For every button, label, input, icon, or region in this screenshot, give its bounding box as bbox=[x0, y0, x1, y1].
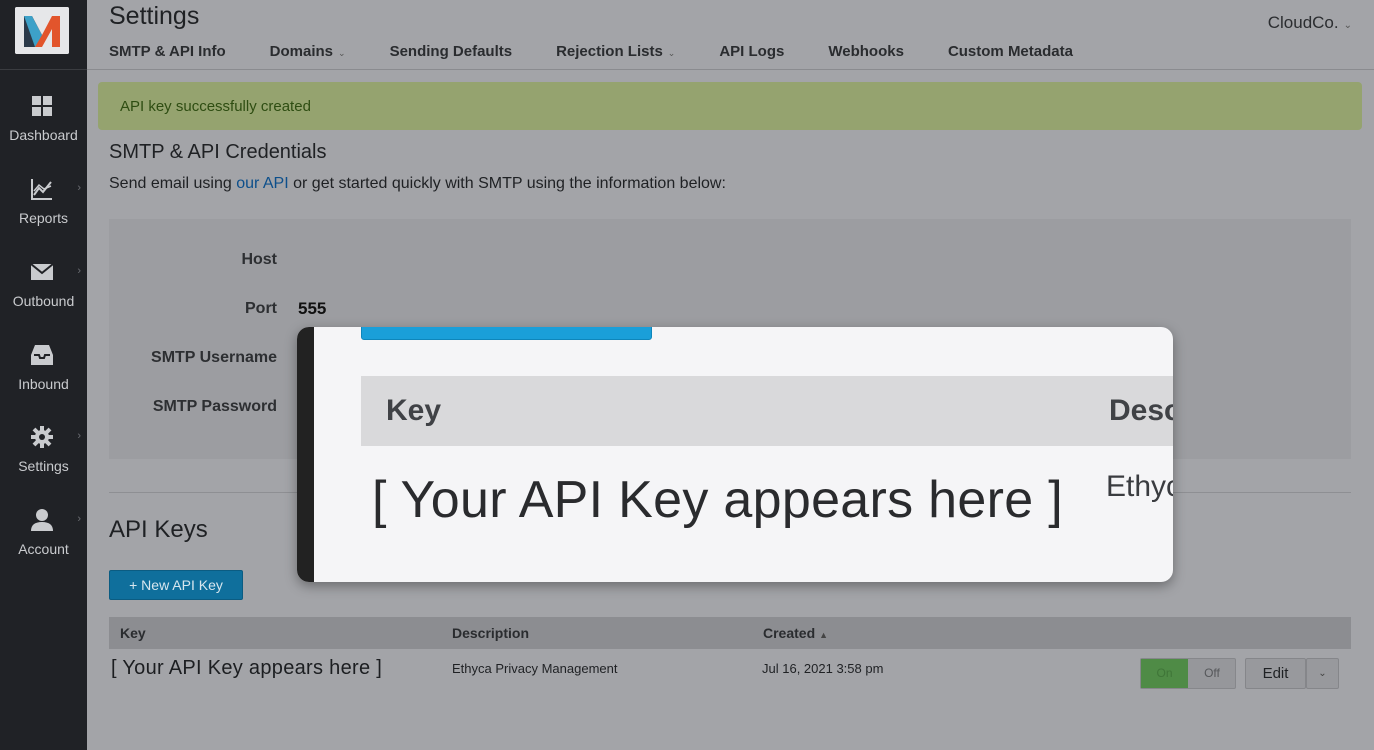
reports-icon bbox=[30, 177, 54, 201]
edit-button[interactable]: Edit bbox=[1245, 658, 1306, 689]
outbound-mail-icon bbox=[30, 260, 54, 284]
port-value: 555 bbox=[298, 299, 327, 318]
tab-label: Webhooks bbox=[828, 43, 904, 60]
credentials-title: SMTP & API Credentials bbox=[109, 141, 327, 163]
inbound-tray-icon bbox=[30, 343, 54, 367]
chevron-right-icon: › bbox=[77, 430, 81, 442]
chevron-down-icon: ⌄ bbox=[1343, 20, 1352, 31]
tab-label: SMTP & API Info bbox=[109, 43, 226, 60]
chevron-down-icon: ⌄ bbox=[1318, 668, 1327, 679]
sort-ascending-icon: ▲ bbox=[819, 630, 829, 640]
our-api-link[interactable]: our API bbox=[236, 175, 288, 192]
desc-text: or get started quickly with SMTP using t… bbox=[288, 175, 726, 192]
column-header-created[interactable]: Created ▲ bbox=[763, 625, 828, 641]
api-key-enabled-toggle[interactable]: On Off bbox=[1140, 658, 1236, 689]
chevron-right-icon: › bbox=[77, 265, 81, 277]
tab-custom-metadata[interactable]: Custom Metadata bbox=[948, 43, 1073, 65]
api-keys-title: API Keys bbox=[109, 516, 208, 543]
sidebar-item-label: Settings bbox=[18, 458, 69, 474]
gear-icon bbox=[30, 425, 54, 449]
account-switcher[interactable]: CloudCo. ⌄ bbox=[1268, 13, 1352, 33]
callout-edge bbox=[297, 327, 314, 582]
zoomed-header-key: Key bbox=[386, 394, 442, 427]
tab-label: Rejection Lists bbox=[556, 43, 663, 60]
column-header-key[interactable]: Key bbox=[120, 625, 146, 641]
tab-smtp-api-info[interactable]: SMTP & API Info bbox=[109, 43, 226, 65]
sidebar-item-reports[interactable]: › Reports bbox=[0, 177, 87, 247]
sidebar-item-outbound[interactable]: › Outbound bbox=[0, 260, 87, 330]
credentials-description: Send email using our API or get started … bbox=[109, 175, 726, 193]
alert-message: API key successfully created bbox=[120, 98, 311, 115]
top-header: Settings CloudCo. ⌄ SMTP & API Info Domai… bbox=[87, 0, 1374, 70]
chevron-down-icon: ⌄ bbox=[667, 48, 676, 58]
zoomed-table-header: Key Desc bbox=[361, 376, 1173, 446]
api-keys-table-header: Key Description Created ▲ bbox=[109, 617, 1351, 649]
settings-tabs: SMTP & API Info Domains ⌄ Sending Default… bbox=[109, 43, 1117, 65]
zoom-callout: Key Desc [ Your API Key appears here ] E… bbox=[297, 327, 1173, 582]
account-name: CloudCo. bbox=[1267, 13, 1339, 32]
sidebar-item-label: Reports bbox=[18, 210, 69, 226]
sidebar-item-settings[interactable]: › Settings bbox=[0, 425, 87, 495]
new-api-key-button-zoomed bbox=[361, 327, 652, 340]
api-key-description: Ethyca Privacy Management bbox=[452, 661, 618, 676]
tab-api-logs[interactable]: API Logs bbox=[719, 43, 784, 65]
user-icon bbox=[30, 508, 54, 532]
toggle-on[interactable]: On bbox=[1141, 659, 1188, 688]
dashboard-icon bbox=[30, 94, 54, 118]
zoomed-description: Ethyc bbox=[1106, 470, 1173, 503]
zoomed-header-description: Desc bbox=[1109, 394, 1173, 427]
column-header-description[interactable]: Description bbox=[452, 625, 529, 641]
sidebar-item-label: Inbound bbox=[18, 376, 69, 392]
tab-label: Sending Defaults bbox=[389, 43, 513, 60]
tab-sending-defaults[interactable]: Sending Defaults bbox=[390, 43, 513, 65]
tab-webhooks[interactable]: Webhooks bbox=[828, 43, 904, 65]
chevron-right-icon: › bbox=[77, 182, 81, 194]
smtp-password-label: SMTP Password bbox=[152, 398, 277, 415]
sidebar-item-inbound[interactable]: Inbound bbox=[0, 343, 87, 413]
tab-label: Domains bbox=[269, 43, 334, 60]
tab-label: Custom Metadata bbox=[947, 43, 1073, 60]
tab-domains[interactable]: Domains ⌄ bbox=[270, 43, 346, 65]
edit-dropdown-button[interactable]: ⌄ bbox=[1306, 658, 1339, 689]
sidebar-item-dashboard[interactable]: Dashboard bbox=[0, 94, 87, 164]
zoomed-api-key: [ Your API Key appears here ] bbox=[372, 471, 1063, 529]
new-api-key-button[interactable]: + New API Key bbox=[109, 570, 243, 600]
sidebar-item-label: Outbound bbox=[12, 293, 75, 309]
success-alert: API key successfully created bbox=[98, 82, 1362, 130]
tab-rejection-lists[interactable]: Rejection Lists ⌄ bbox=[556, 43, 675, 65]
smtp-username-label: SMTP Username bbox=[151, 349, 277, 366]
api-key-created: Jul 16, 2021 3:58 pm bbox=[762, 661, 884, 676]
chevron-down-icon: ⌄ bbox=[338, 48, 346, 58]
tab-label: API Logs bbox=[719, 43, 785, 60]
api-key-value: [ Your API Key appears here ] bbox=[111, 657, 383, 679]
sidebar: Dashboard › Reports › Outbound Inbound ›… bbox=[0, 0, 87, 750]
chevron-right-icon: › bbox=[77, 513, 81, 525]
app-logo[interactable] bbox=[15, 7, 69, 54]
host-label: Host bbox=[241, 251, 277, 268]
sidebar-item-account[interactable]: › Account bbox=[0, 508, 87, 578]
port-label: Port bbox=[245, 300, 277, 317]
sidebar-divider bbox=[0, 69, 87, 70]
desc-text: Send email using bbox=[109, 175, 237, 192]
sidebar-item-label: Dashboard bbox=[9, 127, 78, 143]
toggle-off[interactable]: Off bbox=[1189, 659, 1235, 688]
column-header-label: Created bbox=[763, 625, 816, 641]
page-title: Settings bbox=[109, 2, 200, 30]
sidebar-item-label: Account bbox=[18, 541, 69, 557]
